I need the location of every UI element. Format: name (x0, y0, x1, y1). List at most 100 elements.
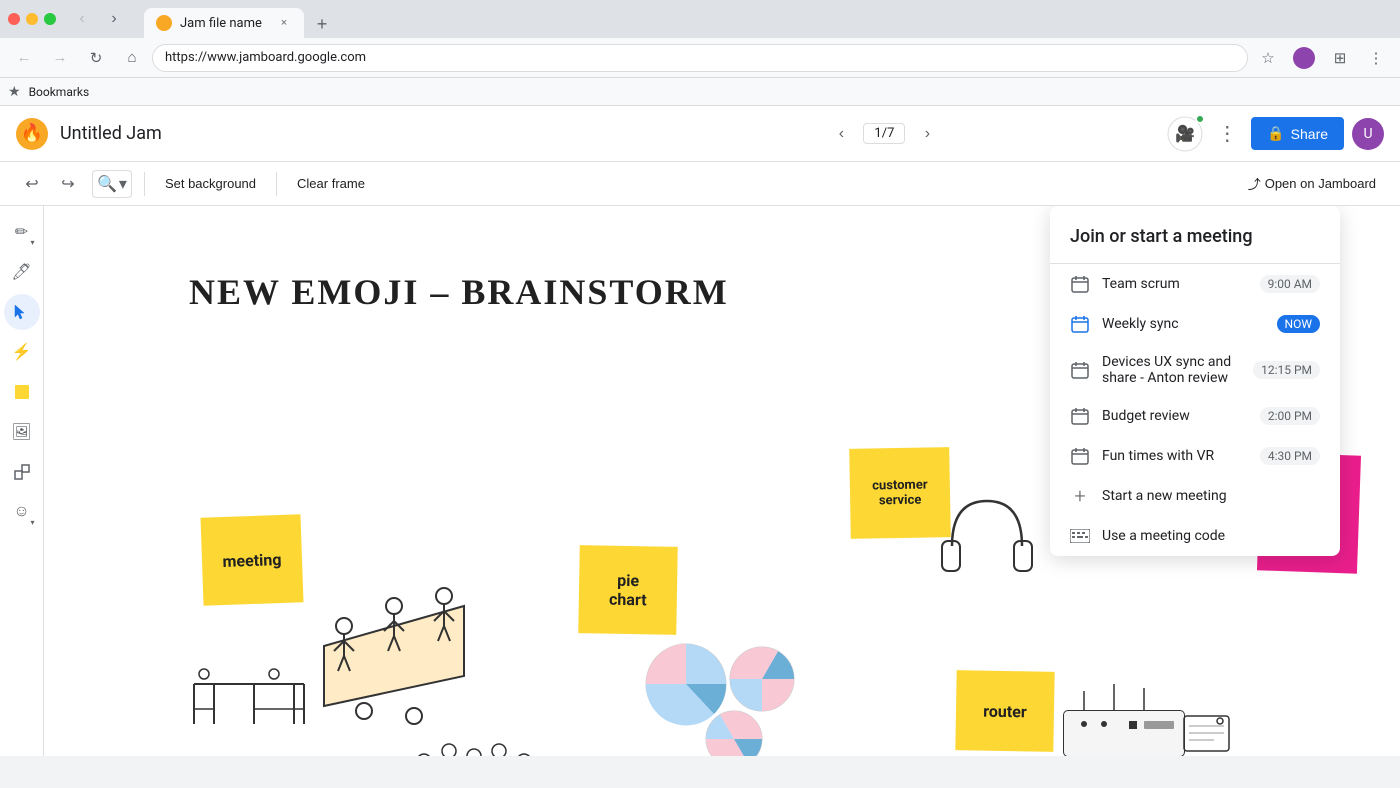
tab-close-button[interactable]: × (276, 15, 292, 31)
share-label: Share (1291, 126, 1328, 142)
pie-charts-drawing (644, 614, 804, 756)
app-container: 🔥 Untitled Jam ‹ 1/7 › 🎥 ⋮ 🔒 Share U (0, 106, 1400, 756)
meeting-time-3: 2:00 PM (1260, 407, 1320, 425)
image-tool-button[interactable]: 🖼 (4, 414, 40, 450)
select-icon (13, 303, 31, 321)
select-tool-button[interactable] (4, 294, 40, 330)
set-background-button[interactable]: Set background (157, 172, 264, 195)
meeting-popup-title: Join or start a meeting (1070, 226, 1253, 247)
app-logo-emoji: 🔥 (21, 123, 43, 144)
header-center: ‹ 1/7 › (614, 120, 1156, 148)
tab-title: Jam file name (180, 16, 268, 31)
meeting-item-1[interactable]: Weekly sync NOW (1050, 304, 1340, 344)
zoom-icon-button[interactable]: 🔍 (97, 174, 117, 194)
canvas-area[interactable]: NEW EMOJI – BRAINSTORM meeting pie chart… (44, 206, 1400, 756)
browser-refresh-button[interactable]: ↻ (80, 42, 112, 74)
undo-redo-group: ↩ ↪ (16, 168, 84, 200)
pen-tool-arrow: ▾ (28, 238, 38, 248)
keyboard-icon (1070, 526, 1090, 546)
calendar-icon-0 (1070, 274, 1090, 294)
open-icon: ⤴ (1248, 174, 1261, 193)
calendar-icon-1 (1070, 314, 1090, 334)
bench-drawing (184, 664, 314, 744)
sticky-router[interactable]: router (955, 670, 1054, 752)
meeting-popup: Join or start a meeting Team scrum 9:00 … (1050, 206, 1340, 556)
calendar-icon-3 (1070, 406, 1090, 426)
minimize-dot[interactable] (26, 13, 38, 25)
bookmark-star-icon: ★ (8, 84, 21, 100)
browser-forward-button[interactable]: → (44, 42, 76, 74)
toolbar-divider-2 (276, 172, 277, 196)
more-options-button[interactable]: ⋮ (1211, 118, 1243, 150)
meeting-name-2: Devices UX sync and share - Anton review (1102, 354, 1241, 386)
app-header: 🔥 Untitled Jam ‹ 1/7 › 🎥 ⋮ 🔒 Share U (0, 106, 1400, 162)
use-meeting-code-action[interactable]: Use a meeting code (1050, 516, 1340, 556)
canvas-toolbar: ↩ ↪ 🔍 ▾ Set background Clear frame ⤴ Ope… (0, 162, 1400, 206)
redo-button[interactable]: ↪ (52, 168, 84, 200)
user-avatar[interactable]: U (1352, 118, 1384, 150)
meeting-name-1: Weekly sync (1102, 316, 1265, 332)
back-button[interactable]: ‹ (68, 5, 96, 33)
meeting-name-0: Team scrum (1102, 276, 1248, 292)
prev-frame-button[interactable]: ‹ (827, 120, 855, 148)
more-tools-arrow: ▾ (28, 518, 38, 528)
bookmarks-bar: ★ Bookmarks (0, 78, 1400, 106)
browser-home-button[interactable]: ⌂ (116, 42, 148, 74)
next-frame-button[interactable]: › (913, 120, 941, 148)
meeting-name-4: Fun times with VR (1102, 448, 1248, 464)
active-tab[interactable]: Jam file name × (144, 8, 304, 38)
meeting-table2-drawing (404, 706, 544, 756)
calendar-icon-4 (1070, 446, 1090, 466)
plus-icon: + (1070, 486, 1090, 506)
undo-button[interactable]: ↩ (16, 168, 48, 200)
meeting-item-4[interactable]: Fun times with VR 4:30 PM (1050, 436, 1340, 476)
router-drawing (1054, 666, 1234, 756)
laser-tool-button[interactable]: ⚡ (4, 334, 40, 370)
meeting-code-label: Use a meeting code (1102, 528, 1225, 544)
bookmark-button[interactable]: ☆ (1252, 42, 1284, 74)
zoom-controls: 🔍 ▾ (92, 170, 132, 198)
browser-window: ‹ › Jam file name × + ← → ↻ ⌂ https://ww… (0, 0, 1400, 106)
more-tools-button[interactable]: ☺ ▾ (4, 494, 40, 530)
canvas-title: NEW EMOJI – BRAINSTORM (189, 271, 729, 313)
browser-back-button[interactable]: ← (8, 42, 40, 74)
maximize-dot[interactable] (44, 13, 56, 25)
meeting-item-0[interactable]: Team scrum 9:00 AM (1050, 264, 1340, 304)
profile-button[interactable] (1288, 42, 1320, 74)
open-on-jamboard-button[interactable]: ⤴ Open on Jamboard (1240, 170, 1384, 197)
share-button[interactable]: 🔒 Share (1251, 117, 1344, 150)
close-dot[interactable] (8, 13, 20, 25)
start-meeting-label: Start a new meeting (1102, 488, 1227, 504)
marker-tool-button[interactable]: 🖊 (4, 254, 40, 290)
browser-nav: ‹ › (68, 5, 128, 33)
zoom-dropdown-button[interactable]: ▾ (119, 174, 127, 194)
meeting-item-2[interactable]: Devices UX sync and share - Anton review… (1050, 344, 1340, 396)
forward-button[interactable]: › (100, 5, 128, 33)
address-bar[interactable]: https://www.jamboard.google.com (152, 44, 1248, 72)
shapes-tool-button[interactable] (4, 454, 40, 490)
sticky-meeting[interactable]: meeting (200, 514, 303, 605)
frame-indicator: 1/7 (863, 123, 905, 144)
start-new-meeting-action[interactable]: + Start a new meeting (1050, 476, 1340, 516)
new-tab-button[interactable]: + (308, 10, 336, 38)
address-text: https://www.jamboard.google.com (165, 50, 366, 65)
bookmarks-label[interactable]: Bookmarks (29, 85, 90, 99)
meeting-item-3[interactable]: Budget review 2:00 PM (1050, 396, 1340, 436)
sticky-note-tool-button[interactable] (4, 374, 40, 410)
svg-text:🎥: 🎥 (1175, 124, 1195, 143)
meeting-time-2: 12:15 PM (1253, 361, 1320, 379)
clear-frame-button[interactable]: Clear frame (289, 172, 373, 195)
headphones-drawing (932, 486, 1042, 586)
meet-button[interactable]: 🎥 (1167, 116, 1203, 152)
browser-menu-button[interactable]: ⋮ (1360, 42, 1392, 74)
tab-bar: Jam file name × + (136, 0, 1392, 38)
extensions-button[interactable]: ⊞ (1324, 42, 1356, 74)
shapes-icon (13, 463, 31, 481)
open-label: Open on Jamboard (1265, 176, 1376, 191)
browser-dots (8, 13, 56, 25)
share-lock-icon: 🔒 (1267, 125, 1284, 142)
left-sidebar: ✏ ▾ 🖊 ⚡ 🖼 (0, 206, 44, 756)
app-title[interactable]: Untitled Jam (60, 123, 602, 144)
toolbar-divider-1 (144, 172, 145, 196)
pen-tool-button[interactable]: ✏ ▾ (4, 214, 40, 250)
